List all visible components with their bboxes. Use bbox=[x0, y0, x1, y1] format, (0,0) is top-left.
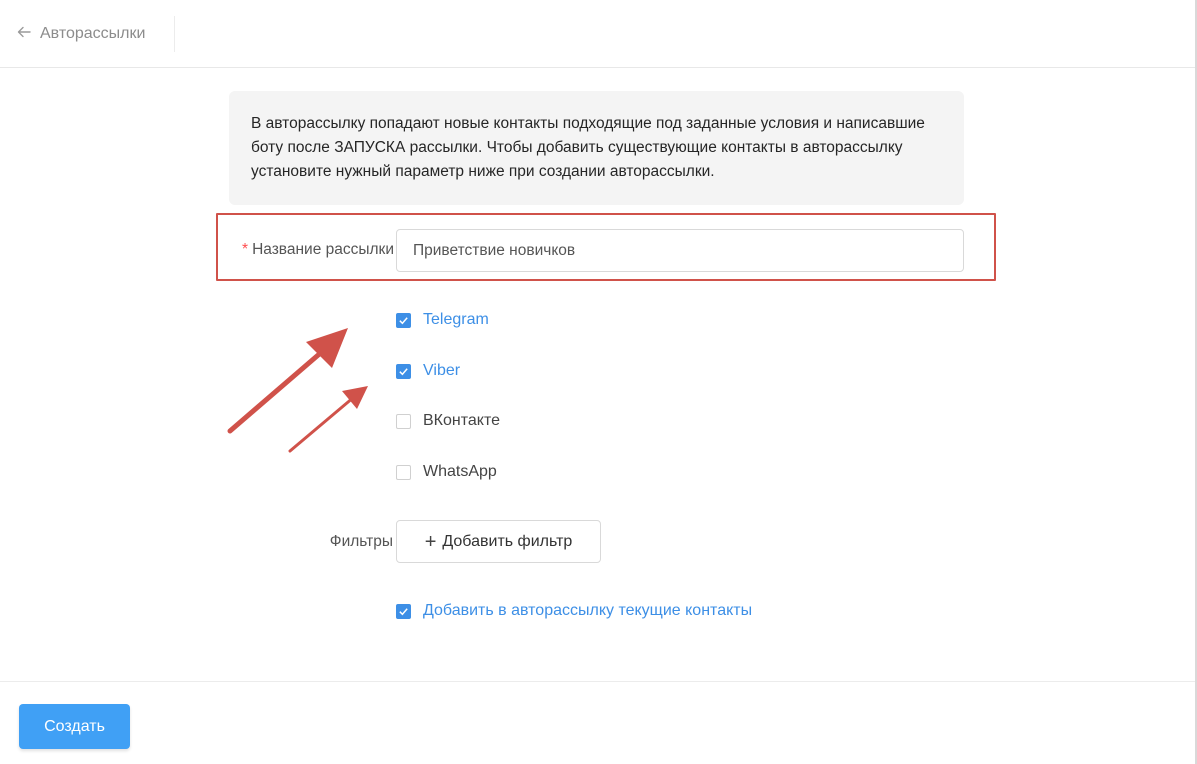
back-label: Авторассылки bbox=[40, 25, 146, 42]
add-filter-button[interactable]: + Добавить фильтр bbox=[396, 520, 601, 563]
channel-viber[interactable]: Viber bbox=[396, 362, 460, 380]
filters-label: Фильтры bbox=[329, 533, 393, 550]
add-current-contacts-option[interactable]: Добавить в авторассылку текущие контакты bbox=[396, 602, 752, 620]
channel-telegram[interactable]: Telegram bbox=[396, 311, 489, 329]
add-current-contacts-label: Добавить в авторассылку текущие контакты bbox=[423, 602, 753, 619]
footer-divider bbox=[0, 681, 1195, 682]
create-button[interactable]: Создать bbox=[19, 704, 130, 749]
info-notice: В авторассылку попадают новые контакты п… bbox=[229, 91, 964, 205]
checkbox-unchecked-icon[interactable] bbox=[396, 413, 411, 429]
channel-label: Telegram bbox=[423, 311, 489, 328]
back-button[interactable]: Авторассылки bbox=[16, 20, 145, 48]
arrow-left-icon bbox=[16, 24, 32, 45]
channel-whatsapp[interactable]: WhatsApp bbox=[396, 463, 497, 481]
channel-label: ВКонтакте bbox=[423, 412, 500, 429]
checkbox-checked-icon[interactable] bbox=[396, 363, 411, 379]
checkbox-checked-icon[interactable] bbox=[396, 312, 411, 328]
annotation-arrow-small bbox=[288, 386, 368, 453]
annotation-arrow-large bbox=[227, 328, 348, 434]
add-filter-label: Добавить фильтр bbox=[442, 532, 573, 550]
channel-label: WhatsApp bbox=[423, 463, 497, 480]
divider bbox=[174, 16, 175, 52]
top-bar: Авторассылки bbox=[0, 0, 1197, 68]
channel-vkontakte[interactable]: ВКонтакте bbox=[396, 412, 500, 430]
checkbox-unchecked-icon[interactable] bbox=[396, 464, 411, 480]
plus-icon: + bbox=[424, 530, 437, 553]
required-mark: * bbox=[242, 241, 249, 258]
checkbox-checked-icon[interactable] bbox=[396, 603, 411, 619]
channel-label: Viber bbox=[423, 362, 461, 379]
name-field-label: * Название рассылки bbox=[242, 241, 394, 258]
campaign-name-input[interactable] bbox=[396, 229, 964, 272]
